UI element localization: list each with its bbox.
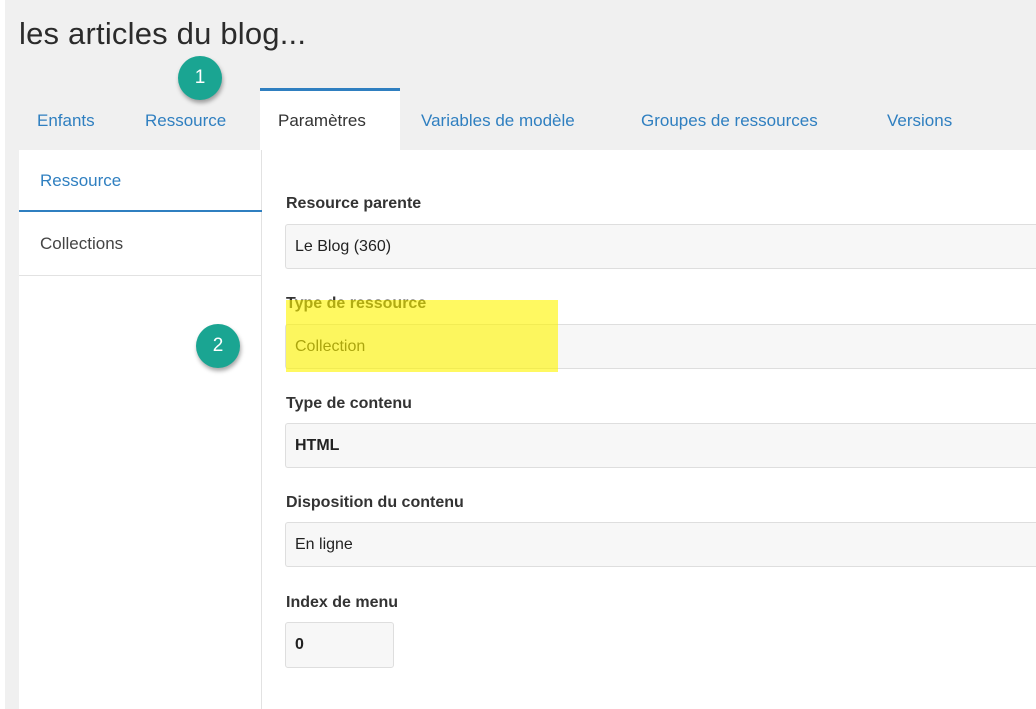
vtab-ressource-label: Ressource (40, 171, 122, 190)
page-title: les articles du blog... (19, 16, 307, 51)
tab-ressource[interactable]: Ressource (145, 111, 226, 131)
content-type-label: Type de contenu (286, 395, 412, 412)
menu-index-field[interactable]: 0 (285, 622, 394, 668)
vtab-collections-label: Collections (40, 234, 124, 253)
tab-parametres[interactable]: Paramètres (278, 111, 366, 131)
tab-groupes-de-ressources[interactable]: Groupes de ressources (641, 111, 818, 131)
resource-type-field[interactable]: Collection (285, 324, 1036, 369)
callout-badge-1: 1 (178, 56, 222, 100)
callout-badge-2: 2 (196, 324, 240, 368)
parent-resource-label: Resource parente (286, 195, 422, 212)
content-disposition-label: Disposition du contenu (286, 494, 464, 511)
content-type-field[interactable]: HTML (285, 423, 1036, 468)
vertical-tabs: Ressource Collections (19, 150, 262, 709)
parent-resource-field[interactable]: Le Blog (360) (285, 224, 1036, 269)
tab-enfants[interactable]: Enfants (37, 111, 95, 131)
tab-versions[interactable]: Versions (887, 111, 952, 131)
resource-type-label: Type de ressource (286, 295, 427, 312)
vtab-collections[interactable]: Collections (19, 212, 262, 276)
panel-left-border (5, 150, 19, 709)
app-window: les articles du blog... Enfants Ressourc… (0, 0, 1036, 709)
content-disposition-field[interactable]: En ligne (285, 522, 1036, 567)
menu-index-label: Index de menu (286, 594, 399, 611)
vtab-ressource[interactable]: Ressource (19, 150, 262, 212)
tab-variables-de-modele[interactable]: Variables de modèle (421, 111, 575, 131)
